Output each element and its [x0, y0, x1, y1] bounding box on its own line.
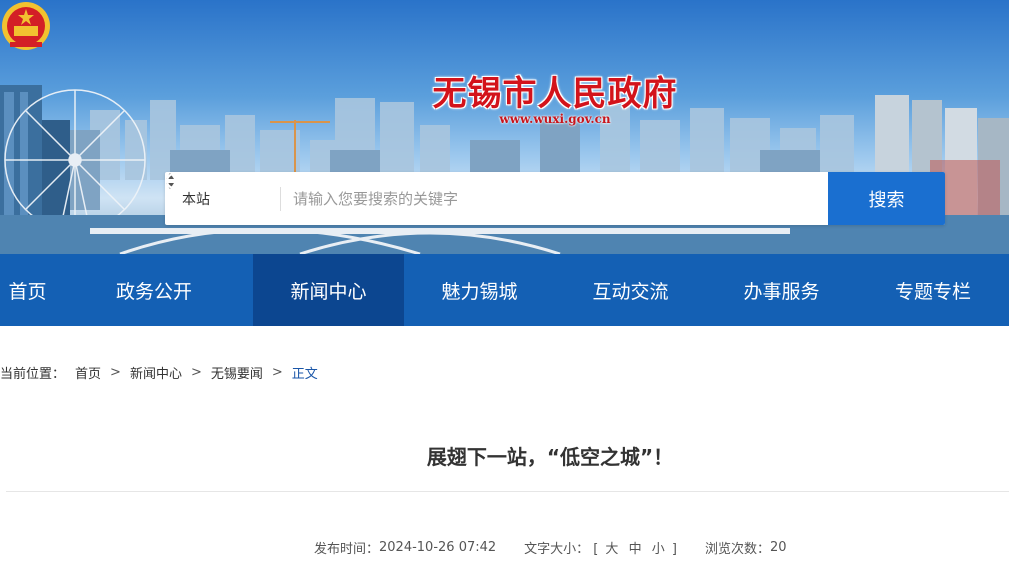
nav-item-government-affairs[interactable]: 政务公开: [55, 254, 253, 326]
font-size-small-button[interactable]: 小: [652, 542, 665, 557]
breadcrumb-current[interactable]: 正文: [292, 363, 318, 382]
search-button-label: 搜索: [868, 189, 905, 211]
main-nav: 首页 政务公开 新闻中心 魅力锡城 互动交流 办事服务 专题专栏: [0, 254, 1009, 326]
site-url: www.wuxi.gov.cn: [499, 112, 611, 126]
publish-time-value: 2024-10-26 07:42: [379, 539, 497, 555]
breadcrumb-home-link[interactable]: 首页: [75, 363, 101, 382]
article-title: 展翅下一站，“低空之城”！: [426, 445, 674, 469]
breadcrumb-news-link[interactable]: 新闻中心: [130, 363, 182, 382]
search-bar: 本站 搜索: [165, 172, 945, 225]
font-size-label: 文字大小：: [524, 541, 590, 557]
breadcrumb-wuxi-news-link[interactable]: 无锡要闻: [211, 363, 263, 382]
font-size-control: [ 大 中 小 ]: [593, 538, 677, 557]
nav-item-special-topics[interactable]: 专题专栏: [857, 254, 1009, 326]
breadcrumb-separator: >: [271, 364, 283, 380]
search-button[interactable]: 搜索: [165, 172, 945, 225]
font-size-bracket-close: ]: [671, 541, 677, 557]
title-divider: [6, 491, 1009, 492]
nav-item-home[interactable]: 首页: [0, 254, 55, 326]
breadcrumb-prefix: 当前位置：: [0, 366, 66, 382]
views-count: 20: [769, 539, 787, 555]
header-banner: 无锡市人民政府 www.wuxi.gov.cn 本站 搜索: [0, 0, 1009, 254]
views-label: 浏览次数：: [704, 541, 770, 557]
font-size-medium-button[interactable]: 中: [629, 542, 642, 557]
page: 无锡市人民政府 www.wuxi.gov.cn 本站 搜索 首页: [0, 0, 1009, 563]
search-icon: [165, 172, 187, 194]
site-title: 无锡市人民政府: [432, 74, 678, 114]
font-size-bracket-open: [: [593, 541, 599, 557]
nav-item-charm-city[interactable]: 魅力锡城: [404, 254, 555, 326]
font-size-large-button[interactable]: 大: [605, 542, 618, 557]
breadcrumb-separator: >: [110, 364, 121, 380]
breadcrumb: 当前位置： 首页 > 新闻中心 > 无锡要闻 > 正文: [0, 362, 318, 382]
article-meta: 发布时间： 2024-10-26 07:42 文字大小： [ 大 中 小 ] 浏…: [314, 537, 787, 557]
breadcrumb-separator: >: [190, 364, 202, 380]
nav-item-services[interactable]: 办事服务: [706, 254, 857, 326]
nav-item-news-center[interactable]: 新闻中心: [253, 254, 404, 326]
national-emblem-icon: [2, 2, 50, 50]
nav-item-interaction[interactable]: 互动交流: [555, 254, 706, 326]
publish-time-label: 发布时间：: [314, 541, 380, 557]
search-input[interactable]: [281, 172, 828, 225]
